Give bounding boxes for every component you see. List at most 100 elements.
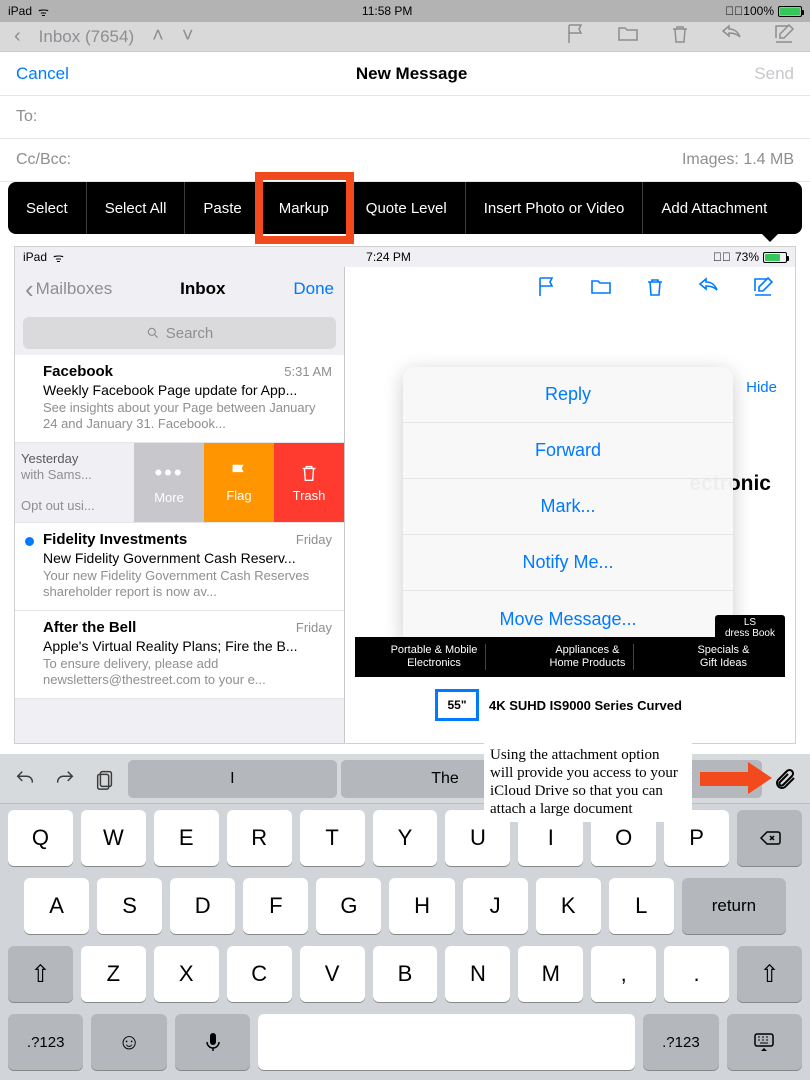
key-l[interactable]: L	[609, 878, 674, 934]
key-space[interactable]	[258, 1014, 635, 1070]
done-button[interactable]: Done	[293, 279, 334, 299]
underlying-toolbar: ‹ Inbox (7654) ˄ ˅	[0, 22, 810, 52]
send-button[interactable]: Send	[754, 64, 794, 84]
message-row-swiped: Yesterday with Sams... Opt out usi... ••…	[15, 443, 344, 523]
key-return[interactable]: return	[682, 878, 786, 934]
message-row[interactable]: After the Bell Friday Apple's Virtual Re…	[15, 611, 344, 699]
key-z[interactable]: Z	[81, 946, 146, 1002]
detail-toolbar	[345, 267, 795, 311]
key-backspace[interactable]	[737, 810, 802, 866]
inbox-title: Inbox	[180, 279, 225, 299]
edit-select-all[interactable]: Select All	[87, 182, 186, 234]
key-d[interactable]: D	[170, 878, 235, 934]
key-a[interactable]: A	[24, 878, 89, 934]
swipe-more-button[interactable]: ••• More	[134, 443, 204, 522]
key-g[interactable]: G	[316, 878, 381, 934]
key-x[interactable]: X	[154, 946, 219, 1002]
key-shift-left[interactable]: ⇧	[8, 946, 73, 1002]
clipboard-icon[interactable]	[88, 762, 122, 796]
status-bar-outer: iPad ᯤ 11:58 PM ⋮⃪ 100%	[0, 0, 810, 22]
key-numbers-right[interactable]: .?123	[643, 1014, 718, 1070]
key-c[interactable]: C	[227, 946, 292, 1002]
trash-icon	[668, 22, 692, 51]
inbox-list-column: Mailboxes Inbox Done Search Facebook 5:3…	[15, 267, 345, 743]
key-f[interactable]: F	[243, 878, 308, 934]
reply-action-sheet: Reply Forward Mark... Notify Me... Move …	[403, 367, 733, 647]
tv-product-tile: 55" 4K SUHD IS9000 Series Curved	[435, 681, 755, 729]
wifi-icon: ᯤ	[38, 3, 49, 20]
trash-icon[interactable]	[643, 275, 667, 304]
hide-button[interactable]: Hide	[746, 379, 777, 396]
reply-icon	[720, 22, 744, 51]
search-input[interactable]: Search	[23, 317, 336, 349]
key-q[interactable]: Q	[8, 810, 73, 866]
action-forward[interactable]: Forward	[403, 423, 733, 479]
compose-icon[interactable]	[751, 275, 775, 304]
key-t[interactable]: T	[300, 810, 365, 866]
edit-paste[interactable]: Paste	[185, 182, 260, 234]
key-h[interactable]: H	[389, 878, 454, 934]
key-e[interactable]: E	[154, 810, 219, 866]
inbox-nav: Mailboxes Inbox Done	[15, 267, 344, 311]
key-hide-keyboard[interactable]	[727, 1014, 802, 1070]
cancel-button[interactable]: Cancel	[16, 64, 69, 84]
key-s[interactable]: S	[97, 878, 162, 934]
edit-menu-popover: Select Select All Paste Markup Quote Lev…	[8, 182, 802, 234]
undo-icon[interactable]	[8, 762, 42, 796]
device-label: iPad	[8, 4, 32, 18]
images-size-label: Images: 1.4 MB	[682, 151, 794, 169]
key-v[interactable]: V	[300, 946, 365, 1002]
promo-nav: LS dress Book Portable & Mobile Electron…	[355, 637, 785, 677]
markup-highlight-annotation	[255, 172, 354, 244]
battery-indicator: 100%	[743, 4, 802, 18]
edit-insert-photo[interactable]: Insert Photo or Video	[466, 182, 644, 234]
message-row[interactable]: Facebook 5:31 AM Weekly Facebook Page up…	[15, 355, 344, 443]
key-numbers-left[interactable]: .?123	[8, 1014, 83, 1070]
edit-quote-level[interactable]: Quote Level	[348, 182, 466, 234]
key-n[interactable]: N	[445, 946, 510, 1002]
key-m[interactable]: M	[518, 946, 583, 1002]
swipe-trash-button[interactable]: Trash	[274, 443, 344, 522]
key-j[interactable]: J	[463, 878, 528, 934]
ccbcc-field[interactable]: Cc/Bcc: Images: 1.4 MB	[0, 139, 810, 182]
status-bar-inner: iPad ᯤ 7:24 PM ⋮⃪ 73%	[15, 247, 795, 267]
compose-icon	[772, 22, 796, 51]
bluetooth-icon: ⋮⃪	[725, 4, 743, 18]
edit-add-attachment[interactable]: Add Attachment	[643, 182, 785, 234]
key-,[interactable]: ,	[591, 946, 656, 1002]
key-w[interactable]: W	[81, 810, 146, 866]
key-.[interactable]: .	[664, 946, 729, 1002]
action-mark[interactable]: Mark...	[403, 479, 733, 535]
message-row[interactable]: Fidelity Investments Friday New Fidelity…	[15, 523, 344, 611]
reply-icon[interactable]	[697, 275, 721, 304]
down-chevron-icon: ˅	[182, 25, 194, 48]
key-b[interactable]: B	[373, 946, 438, 1002]
back-chevron-icon: ‹	[14, 25, 21, 48]
inbox-count-label: Inbox (7654)	[39, 27, 134, 47]
attachment-paperclip-icon[interactable]	[768, 762, 802, 796]
attached-screenshot: iPad ᯤ 7:24 PM ⋮⃪ 73% Mailboxes Inbox Do…	[14, 246, 796, 744]
unread-dot-icon	[25, 537, 34, 546]
edit-select[interactable]: Select	[8, 182, 87, 234]
to-field[interactable]: To:	[0, 96, 810, 139]
promo-cap: LS dress Book	[715, 615, 785, 641]
swipe-flag-button[interactable]: Flag	[204, 443, 274, 522]
message-detail-column: Hide ectronic Reply Forward Mark... Noti…	[345, 267, 795, 743]
compose-title: New Message	[356, 64, 468, 84]
key-y[interactable]: Y	[373, 810, 438, 866]
instruction-note: Using the attachment option will provide…	[484, 742, 692, 822]
prediction-1[interactable]: I	[128, 760, 337, 798]
flag-icon[interactable]	[535, 275, 559, 304]
key-dictation[interactable]	[175, 1014, 250, 1070]
status-time: 11:58 PM	[362, 4, 412, 18]
key-r[interactable]: R	[227, 810, 292, 866]
key-emoji[interactable]: ☺	[91, 1014, 166, 1070]
folder-icon[interactable]	[589, 275, 613, 304]
compose-nav-bar: Cancel New Message Send	[0, 52, 810, 96]
key-shift-right[interactable]: ⇧	[737, 946, 802, 1002]
key-k[interactable]: K	[536, 878, 601, 934]
redo-icon[interactable]	[48, 762, 82, 796]
action-notify[interactable]: Notify Me...	[403, 535, 733, 591]
action-reply[interactable]: Reply	[403, 367, 733, 423]
mailboxes-back[interactable]: Mailboxes	[25, 274, 112, 305]
